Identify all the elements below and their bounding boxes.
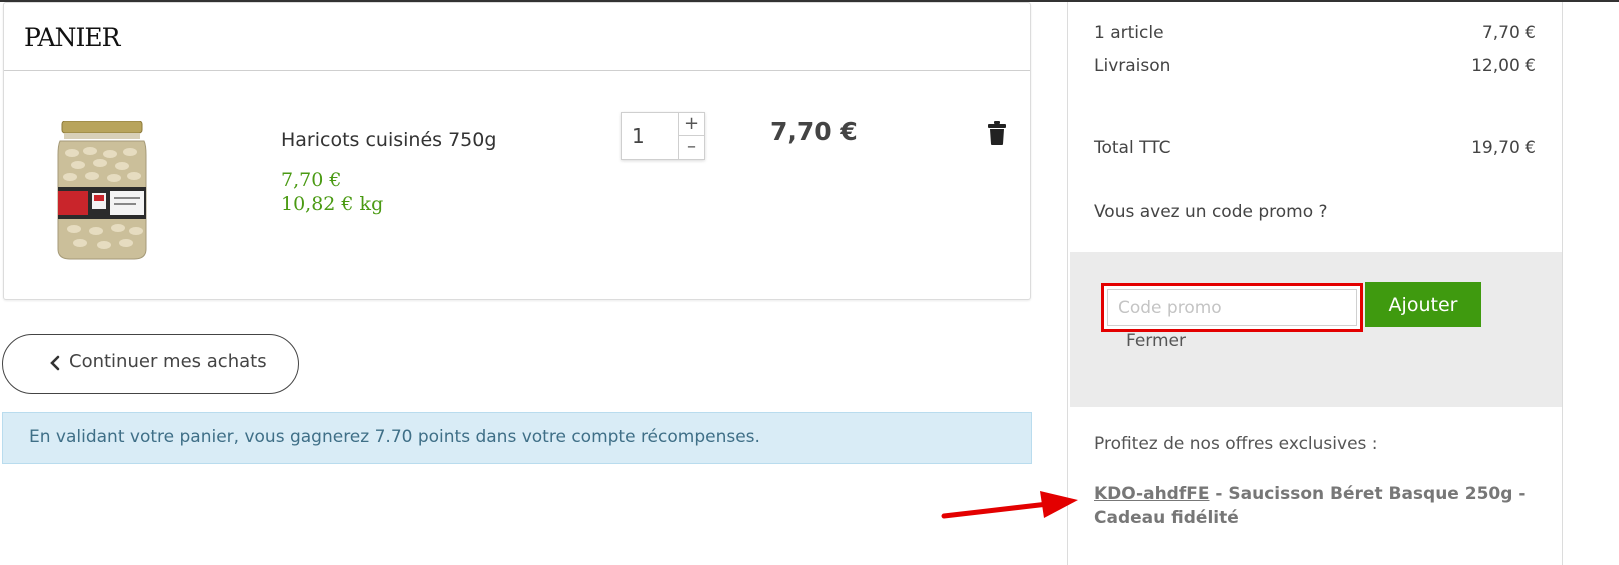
offer-item-continued: Cadeau fidélité [1094,508,1239,528]
continue-shopping-label: Continuer mes achats [69,351,267,372]
line-total: 7,70 € [770,117,858,146]
items-value: 7,70 € [1481,23,1536,43]
offer-item: KDO-ahdfFE - Saucisson Béret Basque 250g… [1094,484,1525,504]
product-name[interactable]: Haricots cuisinés 750g [281,129,496,151]
divider [4,70,1030,71]
total-value: 19,70 € [1471,138,1536,158]
trash-icon[interactable] [988,121,1006,145]
promo-question[interactable]: Vous avez un code promo ? [1094,202,1328,222]
rewards-info-banner: En validant votre panier, vous gagnerez … [2,412,1032,464]
offer-description-end: Cadeau fidélité [1094,508,1239,528]
product-image[interactable] [56,121,148,261]
promo-code-area: Ajouter Fermer [1070,252,1562,407]
red-arrow-annotation [941,491,1078,519]
close-promo-link[interactable]: Fermer [1126,331,1186,351]
shipping-label: Livraison [1094,56,1171,76]
quantity-decrease-button[interactable]: – [679,136,704,159]
add-promo-button[interactable]: Ajouter [1365,282,1481,327]
quantity-buttons: + – [678,113,704,159]
items-label: 1 article [1094,23,1164,43]
promo-code-input[interactable] [1107,289,1357,326]
promo-input-highlight [1101,283,1363,332]
quantity-value[interactable]: 1 [632,124,645,148]
offer-code-link[interactable]: KDO-ahdfFE [1094,484,1209,504]
quantity-increase-button[interactable]: + [679,113,704,136]
product-price: 7,70 € [281,169,342,191]
total-label: Total TTC [1094,138,1171,158]
product-unit-price: 10,82 € kg [281,193,384,215]
shipping-value: 12,00 € [1471,56,1536,76]
order-summary-panel: 1 article 7,70 € Livraison 12,00 € Total… [1067,2,1563,565]
quantity-stepper[interactable]: 1 + – [621,112,705,160]
rewards-info-text: En validant votre panier, vous gagnerez … [29,427,760,447]
offers-title: Profitez de nos offres exclusives : [1094,434,1378,454]
chevron-left-icon [50,355,60,371]
offer-description: - Saucisson Béret Basque 250g - [1209,484,1526,504]
cart-title: PANIER [24,23,120,52]
continue-shopping-button[interactable]: Continuer mes achats [2,334,299,394]
cart-panel: PANIER Haricots cuisinés 750g 7,70 € 10,… [3,2,1031,300]
